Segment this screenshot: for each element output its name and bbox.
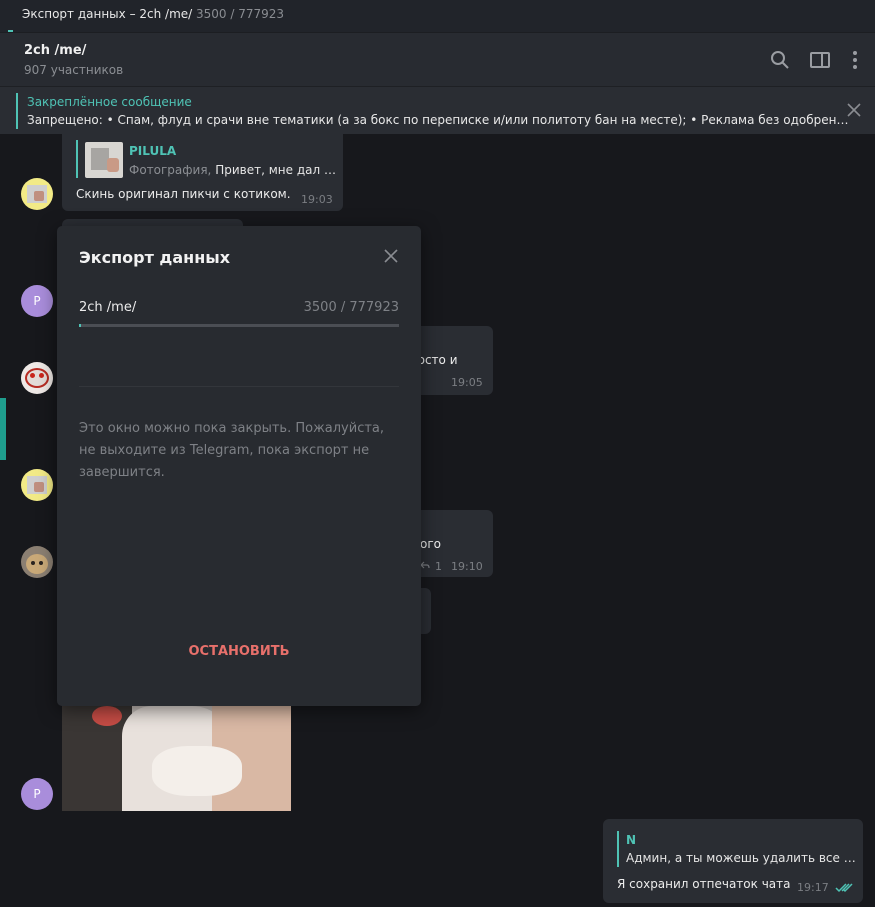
search-icon[interactable] bbox=[769, 49, 791, 71]
window-title-text: Экспорт данных – 2ch /me/ bbox=[22, 7, 193, 21]
export-chat-name: 2ch /me/ bbox=[79, 300, 137, 315]
message-time: 19:05 bbox=[451, 376, 483, 389]
pinned-title: Закреплённое сообщение bbox=[27, 95, 192, 109]
message-bubble[interactable]: PILULA Фотография, Привет, мне дал … Ски… bbox=[62, 134, 343, 211]
chat-header[interactable]: 2ch /me/ 907 участников bbox=[0, 32, 875, 86]
reply-media-type: Фотография, bbox=[129, 163, 212, 177]
pinned-message-bar[interactable]: Закреплённое сообщение Запрещено: • Спам… bbox=[0, 86, 875, 134]
title-bar: Экспорт данных – 2ch /me/ 3500 / 777923 bbox=[0, 0, 875, 32]
chat-members-count: 907 участников bbox=[24, 63, 124, 77]
window-title: Экспорт данных – 2ch /me/ 3500 / 777923 bbox=[22, 7, 284, 21]
export-note: Это окно можно пока закрыть. Пожалуйста,… bbox=[79, 421, 385, 480]
dialog-title: Экспорт данных bbox=[79, 248, 231, 267]
stop-export-button[interactable]: ОСТАНОВИТЬ bbox=[57, 644, 421, 659]
reply-text: Привет, мне дал … bbox=[215, 163, 336, 177]
reply-preview: Фотография, Привет, мне дал … bbox=[129, 163, 336, 177]
pinned-accent-bar bbox=[16, 93, 18, 129]
reply-text: Админ, а ты можешь удалить все … bbox=[626, 851, 856, 865]
message-text-fragment: ого bbox=[420, 537, 441, 551]
reply-author[interactable]: PILULA bbox=[129, 144, 176, 158]
export-data-dialog: Экспорт данных 2ch /me/ 3500 / 777923 Эт… bbox=[57, 226, 421, 706]
replies-count[interactable]: 1 bbox=[435, 560, 442, 573]
photo-message[interactable] bbox=[62, 706, 291, 811]
scroll-position-marker[interactable] bbox=[0, 398, 6, 460]
sidebar-toggle-icon[interactable] bbox=[809, 49, 831, 71]
user-avatar[interactable] bbox=[21, 362, 53, 394]
reply-thumbnail[interactable] bbox=[85, 142, 123, 178]
user-avatar-letter[interactable]: P bbox=[21, 778, 53, 810]
user-avatar[interactable] bbox=[21, 178, 53, 210]
reply-arrow-icon bbox=[420, 561, 430, 569]
window-title-progress: 3500 / 777923 bbox=[196, 7, 285, 21]
message-text: Я сохранил отпечаток чата bbox=[617, 877, 791, 891]
reply-accent-bar bbox=[76, 140, 78, 178]
export-progress-bar bbox=[79, 324, 399, 327]
more-vertical-icon[interactable] bbox=[844, 49, 866, 71]
close-pinned-icon[interactable] bbox=[845, 101, 863, 119]
export-progress-fill bbox=[79, 324, 81, 327]
message-time: 19:10 bbox=[451, 560, 483, 573]
dialog-divider bbox=[79, 386, 399, 387]
export-progress-text: 3500 / 777923 bbox=[303, 300, 399, 315]
reply-accent-bar bbox=[617, 831, 619, 867]
close-dialog-icon[interactable] bbox=[383, 248, 399, 264]
message-text: Скинь оригинал пикчи с котиком. bbox=[76, 187, 291, 201]
user-avatar[interactable] bbox=[21, 469, 53, 501]
own-message-bubble[interactable]: N Админ, а ты можешь удалить все … Я сох… bbox=[603, 819, 863, 903]
message-time: 19:03 bbox=[301, 193, 333, 206]
message-time: 19:17 bbox=[797, 881, 829, 894]
telegram-window: Экспорт данных – 2ch /me/ 3500 / 777923 … bbox=[0, 0, 875, 907]
read-checkmarks-icon bbox=[835, 883, 853, 893]
chat-title[interactable]: 2ch /me/ bbox=[24, 43, 86, 58]
pinned-text: Запрещено: • Спам, флуд и срачи вне тема… bbox=[27, 113, 849, 127]
reply-author[interactable]: N bbox=[626, 833, 636, 847]
user-avatar[interactable] bbox=[21, 546, 53, 578]
user-avatar-letter[interactable]: P bbox=[21, 285, 53, 317]
